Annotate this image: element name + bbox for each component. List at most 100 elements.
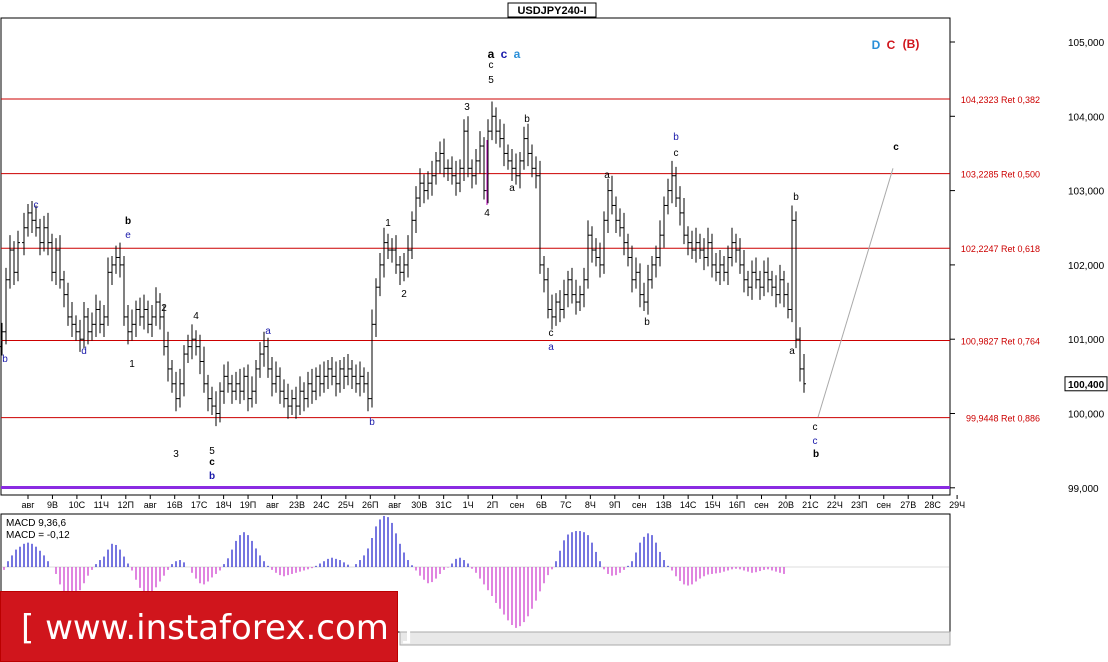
price-tick-label: 105,000 — [1068, 38, 1105, 49]
retracement-label-3: 100,9827 Ret 0,764 — [961, 336, 1040, 346]
time-axis: авг 9В 10С 11Ч 12П авг 16В 17С 18Ч 19П авг 23В 24С 25… — [21, 495, 965, 510]
time-tick-label: сен — [632, 500, 647, 510]
time-tick-label: 25Ч — [338, 500, 354, 510]
wave-label: a — [789, 346, 795, 357]
wave-label: 2 — [401, 289, 407, 300]
time-tick-label: 11Ч — [94, 500, 109, 510]
wave-label: 5 — [209, 446, 215, 457]
time-tick-label: 8Ч — [585, 500, 596, 510]
time-tick-label: 23П — [851, 500, 867, 510]
time-tick-label: 16В — [167, 500, 183, 510]
retracement-label-0: 104,2323 Ret 0,382 — [961, 95, 1040, 105]
wave-label: 3 — [464, 102, 470, 113]
wave-label: b — [2, 354, 8, 365]
price-axis: 105,000 104,000 103,000 102,000 101,000 100,0… — [950, 38, 1108, 495]
time-tick-label: 13В — [656, 500, 672, 510]
wave-label: c — [674, 148, 679, 159]
time-tick-label: авг — [21, 500, 35, 510]
time-tick-label: сен — [877, 500, 892, 510]
wave-label: 2 — [161, 303, 167, 314]
price-tick-label: 102,000 — [1068, 261, 1105, 272]
time-tick-label: 21С — [802, 500, 819, 510]
wave-label: 5 — [488, 75, 494, 86]
wave-label: a — [509, 183, 515, 194]
wave-label: 1 — [129, 359, 135, 370]
price-tick-label: 100,000 — [1068, 410, 1105, 421]
time-tick-label: 10С — [69, 500, 86, 510]
degree-label: (B) — [903, 37, 920, 51]
time-tick-label: 26П — [362, 500, 378, 510]
time-tick-label: 9П — [609, 500, 620, 510]
wave-label: a — [548, 342, 554, 353]
price-tick-label: 101,000 — [1068, 335, 1105, 346]
wave-label: e — [125, 230, 131, 241]
time-tick-label: 6В — [536, 500, 547, 510]
wave-label: b — [524, 114, 530, 125]
time-tick-label: сен — [754, 500, 769, 510]
wave-label: b — [644, 317, 650, 328]
wave-label: b — [125, 216, 131, 227]
degree-label: C — [887, 38, 896, 52]
macd-bottom-hatch — [399, 631, 951, 646]
degree-label: a — [514, 47, 521, 61]
macd-value-text: MACD = -0,12 — [6, 530, 70, 541]
time-tick-label: 18Ч — [216, 500, 232, 510]
current-price-label: 100,400 — [1068, 380, 1105, 391]
time-tick-label: 22Ч — [827, 500, 843, 510]
time-tick-label: авг — [144, 500, 158, 510]
time-tick-label: 27В — [900, 500, 916, 510]
wave-label: a — [265, 326, 271, 337]
retracement-label-2: 102,2247 Ret 0,618 — [961, 244, 1040, 254]
time-tick-label: сен — [510, 500, 525, 510]
wave-label: c — [813, 436, 818, 447]
wave-label: c — [489, 60, 494, 71]
wave-label: b — [793, 192, 799, 203]
retracement-label-4: 99,9448 Ret 0,886 — [966, 414, 1040, 424]
price-tick-label: 104,000 — [1068, 112, 1105, 123]
wave-label: b — [813, 449, 819, 460]
brand-text: [ www.instaforex.com ] — [21, 608, 413, 648]
time-tick-label: 2П — [487, 500, 498, 510]
wave-label: 4 — [484, 208, 490, 219]
macd-label: MACD 9,36,6 — [6, 518, 66, 529]
price-tick-label: 103,000 — [1068, 187, 1105, 198]
time-tick-label: 17С — [191, 500, 208, 510]
wave-label: 1 — [385, 218, 391, 229]
wave-label: c — [813, 422, 818, 433]
wave-label: b — [209, 471, 215, 482]
time-tick-label: 9В — [47, 500, 58, 510]
main-plot-frame — [0, 17, 951, 496]
wave-label: 3 — [173, 449, 179, 460]
time-tick-label: 7С — [560, 500, 572, 510]
wave-label: c — [549, 328, 554, 339]
time-tick-label: 29Ч — [949, 500, 965, 510]
timeline-strip — [1, 486, 950, 489]
time-tick-label: 30В — [411, 500, 427, 510]
wave-label: d — [81, 346, 87, 357]
instaforex-banner[interactable]: [ www.instaforex.com ] — [0, 591, 413, 662]
price-tick-label: 99,000 — [1068, 484, 1099, 495]
wave-label: c — [209, 457, 215, 468]
time-tick-label: 16П — [729, 500, 745, 510]
time-tick-label: 14С — [680, 500, 697, 510]
chart-title: USDJPY240-I — [517, 5, 586, 17]
time-tick-label: 31С — [435, 500, 452, 510]
time-tick-label: авг — [388, 500, 402, 510]
time-tick-label: 28С — [924, 500, 941, 510]
chart-canvas: USDJPY240-I 104,2323 Ret 0,382 103,2285 R… — [0, 2, 1108, 646]
time-tick-label: 15Ч — [705, 500, 721, 510]
degree-label: c — [501, 47, 508, 61]
time-tick-label: 20В — [778, 500, 794, 510]
time-tick-label: 1Ч — [463, 500, 474, 510]
wave-label: a — [604, 170, 610, 181]
degree-label: D — [872, 38, 881, 52]
retracement-label-1: 103,2285 Ret 0,500 — [961, 170, 1040, 180]
time-tick-label: 19П — [240, 500, 256, 510]
time-tick-label: 23В — [289, 500, 305, 510]
wave-label: b — [369, 417, 375, 428]
time-tick-label: 12П — [118, 500, 134, 510]
time-tick-label: 24С — [313, 500, 330, 510]
macd-value-label: MACD = -0,12 — [6, 530, 70, 541]
wave-label: b — [673, 132, 679, 143]
wave-label: 4 — [193, 311, 199, 322]
